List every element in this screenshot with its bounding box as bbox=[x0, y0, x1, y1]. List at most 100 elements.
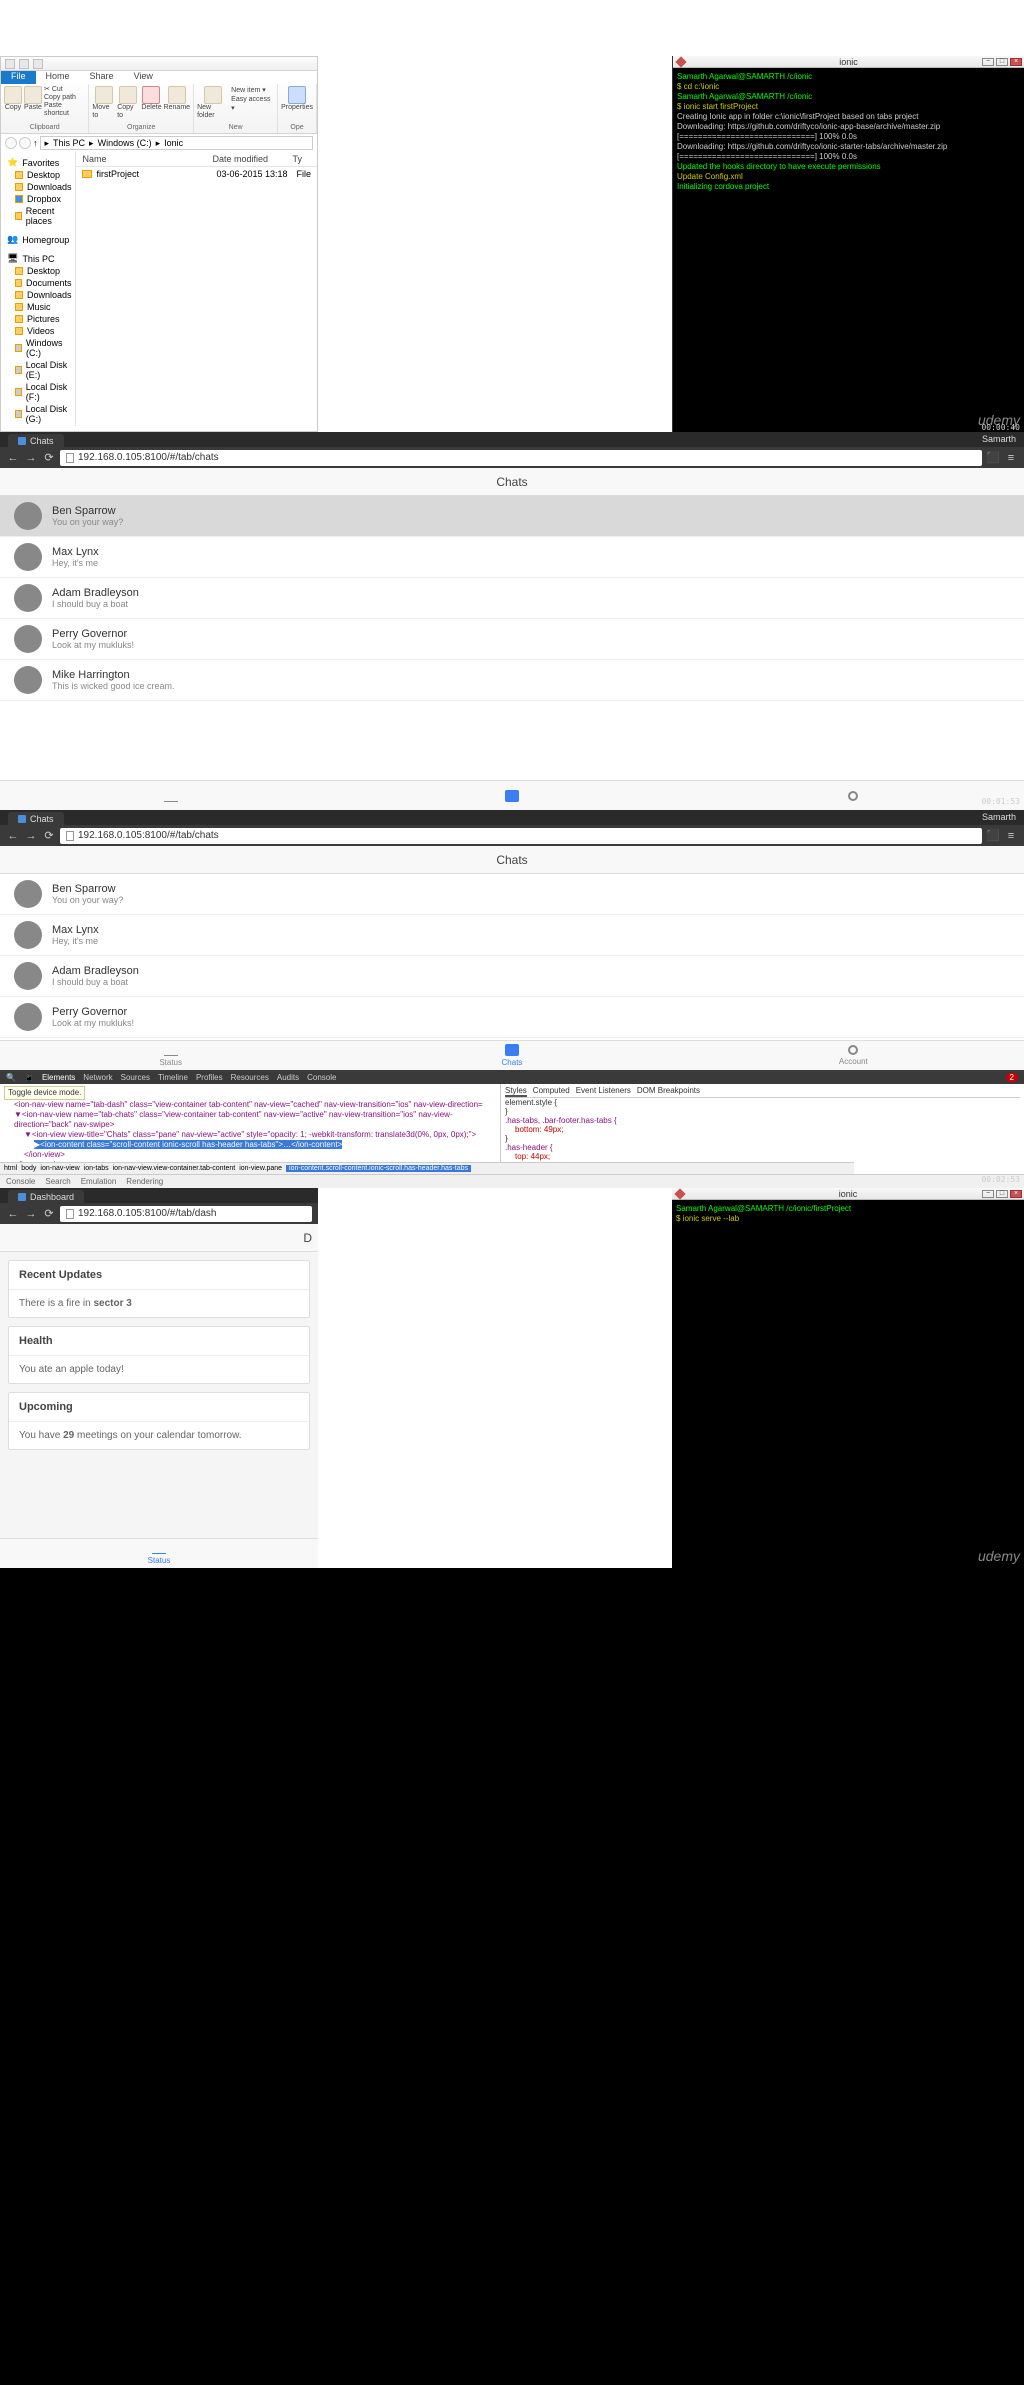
screenshot-4: Dashboard ← → ⟳ 192.168.0.105:8100/#/tab… bbox=[0, 1188, 1024, 1568]
resources-tab[interactable]: Resources bbox=[231, 1073, 269, 1082]
col-name[interactable]: Name bbox=[76, 152, 206, 166]
tab-chats[interactable]: Chats bbox=[341, 1041, 682, 1070]
inspect-icon[interactable]: 🔍 bbox=[6, 1073, 16, 1082]
easy-access-button[interactable]: Easy access ▾ bbox=[231, 95, 274, 113]
extension-icon[interactable]: ⬛ bbox=[986, 829, 1000, 843]
copy-to-button[interactable]: Copy to bbox=[117, 86, 139, 120]
elements-breadcrumb[interactable]: html body ion-nav-view ion-tabs ion-nav-… bbox=[0, 1162, 854, 1174]
file-tab[interactable]: File bbox=[1, 71, 36, 84]
forward-button[interactable]: → bbox=[24, 451, 38, 465]
profiles-tab[interactable]: Profiles bbox=[196, 1073, 223, 1082]
tab-account[interactable]: Account bbox=[683, 1041, 1024, 1070]
search-drawer-tab[interactable]: Search bbox=[45, 1177, 70, 1186]
menu-icon[interactable]: ≡ bbox=[1004, 451, 1018, 465]
maximize-button[interactable]: □ bbox=[996, 58, 1008, 66]
qat-button[interactable] bbox=[33, 59, 43, 69]
menu-icon[interactable]: ≡ bbox=[1004, 829, 1018, 843]
col-type[interactable]: Ty bbox=[286, 152, 308, 166]
network-tab[interactable]: Network bbox=[83, 1073, 112, 1082]
file-list: Name Date modified Ty firstProject 03-06… bbox=[76, 152, 317, 426]
avatar bbox=[14, 921, 42, 949]
back-button[interactable]: ← bbox=[6, 451, 20, 465]
file-row[interactable]: firstProject 03-06-2015 13:18 File bbox=[76, 167, 317, 181]
sources-tab[interactable]: Sources bbox=[121, 1073, 150, 1082]
reload-button[interactable]: ⟳ bbox=[42, 1207, 56, 1221]
tab-status[interactable]: Status bbox=[0, 1041, 341, 1070]
copy-path-button[interactable]: Copy path bbox=[44, 94, 85, 102]
minimize-button[interactable]: − bbox=[982, 58, 994, 66]
back-button[interactable] bbox=[5, 137, 17, 149]
chat-item[interactable]: Perry GovernorLook at my mukluks! bbox=[0, 619, 1024, 660]
device-mode-icon[interactable]: 📱 bbox=[24, 1073, 34, 1082]
error-count[interactable]: 2 bbox=[1006, 1073, 1018, 1082]
chat-item[interactable]: Adam BradleysonI should buy a boat bbox=[0, 578, 1024, 619]
nav-tree[interactable]: ⭐ Favorites Desktop Downloads Dropbox Re… bbox=[1, 152, 76, 426]
emulation-drawer-tab[interactable]: Emulation bbox=[81, 1177, 117, 1186]
tab-chats[interactable] bbox=[341, 781, 682, 810]
browser-tab[interactable]: Dashboard bbox=[8, 1190, 84, 1205]
browser-chrome: Chats Samarth ← → ⟳ 192.168.0.105:8100/#… bbox=[0, 432, 1024, 468]
up-button[interactable]: ↑ bbox=[33, 138, 38, 148]
view-tab[interactable]: View bbox=[124, 71, 163, 84]
breadcrumb[interactable]: ▸This PC▸ Windows (C:)▸ Ionic bbox=[40, 136, 314, 150]
tab-status[interactable]: Status bbox=[0, 1539, 318, 1568]
back-button[interactable]: ← bbox=[6, 1207, 20, 1221]
terminal-output[interactable]: Samarth Agarwal@SAMARTH /c/ionic $ cd c:… bbox=[673, 68, 1024, 196]
chat-item[interactable]: Max LynxHey, it's me bbox=[0, 537, 1024, 578]
forward-button[interactable]: → bbox=[24, 829, 38, 843]
col-date[interactable]: Date modified bbox=[206, 152, 286, 166]
browser-tab[interactable]: Chats bbox=[8, 812, 64, 827]
qat-button[interactable] bbox=[5, 59, 15, 69]
tab-account[interactable] bbox=[683, 781, 1024, 810]
move-to-button[interactable]: Move to bbox=[92, 86, 115, 120]
minimize-button[interactable]: − bbox=[982, 1190, 994, 1198]
new-item-button[interactable]: New item ▾ bbox=[231, 86, 274, 95]
page-icon bbox=[66, 1209, 74, 1219]
browser-tab[interactable]: Chats bbox=[8, 434, 64, 449]
extension-icon[interactable]: ⬛ bbox=[986, 451, 1000, 465]
chat-item[interactable]: Mike HarringtonThis is wicked good ice c… bbox=[0, 660, 1024, 701]
address-bar[interactable]: 192.168.0.105:8100/#/tab/chats bbox=[60, 828, 982, 844]
console-drawer-tab[interactable]: Console bbox=[6, 1177, 35, 1186]
maximize-button[interactable]: □ bbox=[996, 1190, 1008, 1198]
terminal-titlebar: ionic − □ × bbox=[673, 56, 1024, 68]
timestamp: 00:01:53 bbox=[981, 797, 1020, 806]
address-bar[interactable]: 192.168.0.105:8100/#/tab/chats bbox=[60, 450, 982, 466]
chat-item[interactable]: Max LynxHey, it's me bbox=[0, 915, 1024, 956]
terminal-output[interactable]: Samarth Agarwal@SAMARTH /c/ionic/firstPr… bbox=[672, 1200, 1024, 1228]
console-tab[interactable]: Console bbox=[307, 1073, 336, 1082]
copy-button[interactable]: Copy bbox=[4, 86, 22, 118]
new-folder-button[interactable]: New folder bbox=[197, 86, 229, 120]
audits-tab[interactable]: Audits bbox=[277, 1073, 299, 1082]
chat-item[interactable]: Adam BradleysonI should buy a boat bbox=[0, 956, 1024, 997]
chat-item[interactable]: Ben SparrowYou on your way? bbox=[0, 496, 1024, 537]
avatar bbox=[14, 880, 42, 908]
timeline-tab[interactable]: Timeline bbox=[158, 1073, 188, 1082]
cut-button[interactable]: ✂ Cut bbox=[44, 86, 85, 94]
qat-button[interactable] bbox=[19, 59, 29, 69]
share-tab[interactable]: Share bbox=[80, 71, 124, 84]
elements-tab[interactable]: Elements bbox=[42, 1073, 75, 1082]
chrome-user[interactable]: Samarth bbox=[974, 810, 1024, 824]
paste-shortcut-button[interactable]: Paste shortcut bbox=[44, 102, 85, 118]
back-button[interactable]: ← bbox=[6, 829, 20, 843]
avatar bbox=[14, 543, 42, 571]
close-button[interactable]: × bbox=[1010, 1190, 1022, 1198]
rendering-drawer-tab[interactable]: Rendering bbox=[126, 1177, 163, 1186]
chat-item[interactable]: Ben SparrowYou on your way? bbox=[0, 874, 1024, 915]
chat-item[interactable]: Perry GovernorLook at my mukluks! bbox=[0, 997, 1024, 1038]
properties-button[interactable]: Properties bbox=[281, 86, 313, 112]
close-button[interactable]: × bbox=[1010, 58, 1022, 66]
home-tab[interactable]: Home bbox=[36, 71, 80, 84]
reload-button[interactable]: ⟳ bbox=[42, 829, 56, 843]
chrome-user[interactable]: Samarth bbox=[974, 432, 1024, 446]
forward-button[interactable]: → bbox=[24, 1207, 38, 1221]
tab-status[interactable] bbox=[0, 781, 341, 810]
forward-button[interactable] bbox=[19, 137, 31, 149]
ionic-tab-bar: Status bbox=[0, 1538, 318, 1568]
delete-button[interactable]: Delete bbox=[141, 86, 161, 120]
reload-button[interactable]: ⟳ bbox=[42, 451, 56, 465]
paste-button[interactable]: Paste bbox=[24, 86, 42, 118]
rename-button[interactable]: Rename bbox=[164, 86, 190, 120]
address-bar[interactable]: 192.168.0.105:8100/#/tab/dash bbox=[60, 1206, 312, 1222]
